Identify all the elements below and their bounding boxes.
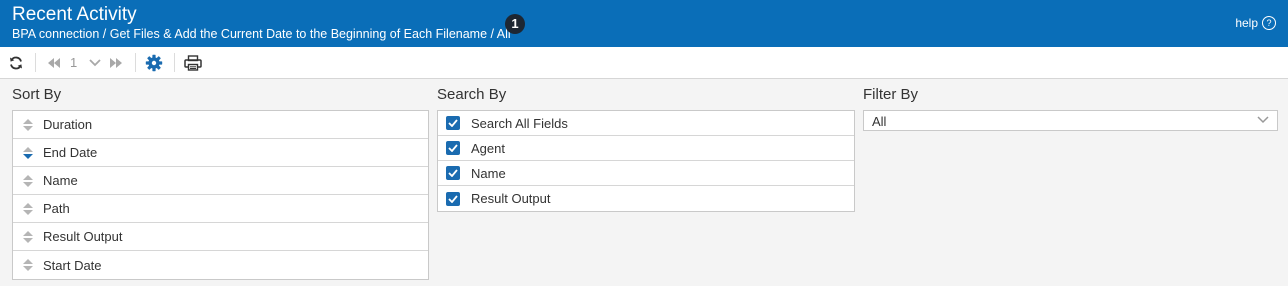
- last-page-icon: [110, 57, 122, 68]
- filter-by-title: Filter By: [863, 86, 919, 103]
- checkbox-checked[interactable]: [446, 166, 460, 180]
- printer-icon: [184, 54, 202, 71]
- refresh-icon: [10, 56, 22, 69]
- sort-by-list: Duration End Date Name Path Result Outpu…: [12, 110, 429, 280]
- page-dropdown[interactable]: [86, 47, 104, 78]
- sort-item-result-output[interactable]: Result Output: [13, 223, 428, 251]
- sort-item-duration[interactable]: Duration: [13, 111, 428, 139]
- sort-item-label: Path: [43, 201, 70, 216]
- sort-item-end-date[interactable]: End Date: [13, 139, 428, 167]
- sort-arrows-icon: [13, 118, 43, 132]
- sort-item-start-date[interactable]: Start Date: [13, 251, 428, 279]
- search-field-label: Agent: [471, 140, 505, 156]
- chevron-down-icon: [89, 58, 101, 66]
- checkbox-checked[interactable]: [446, 141, 460, 155]
- search-field-label: Name: [471, 165, 506, 181]
- first-page-button[interactable]: [44, 47, 64, 78]
- sort-item-name[interactable]: Name: [13, 167, 428, 195]
- check-icon: [448, 119, 458, 127]
- sort-descending-icon: [13, 146, 43, 160]
- gear-icon: [145, 54, 163, 71]
- header-bar: Recent Activity BPA connection / Get Fil…: [0, 0, 1288, 47]
- sort-item-label: Result Output: [43, 229, 123, 244]
- search-field-result-output[interactable]: Result Output: [438, 186, 854, 211]
- checkbox-checked[interactable]: [446, 191, 460, 206]
- help-link[interactable]: help ?: [1235, 16, 1276, 30]
- sort-arrows-icon: [13, 230, 43, 244]
- notification-badge[interactable]: 1: [505, 14, 525, 34]
- filter-select[interactable]: All: [863, 110, 1278, 131]
- toolbar-divider: [135, 53, 136, 72]
- print-button[interactable]: [181, 47, 205, 78]
- checkbox-checked[interactable]: [446, 116, 460, 130]
- sort-arrows-icon: [13, 202, 43, 216]
- last-page-button[interactable]: [106, 47, 126, 78]
- sort-by-title: Sort By: [12, 86, 62, 103]
- search-by-list: Search All Fields Agent Name Result Outp…: [437, 110, 855, 212]
- page-title: Recent Activity: [12, 4, 137, 25]
- search-field-name[interactable]: Name: [438, 161, 854, 186]
- search-field-label: Result Output: [471, 191, 551, 206]
- sort-item-path[interactable]: Path: [13, 195, 428, 223]
- first-page-icon: [48, 57, 60, 68]
- sort-item-label: Name: [43, 173, 78, 188]
- check-icon: [448, 144, 458, 152]
- sort-arrows-icon: [13, 258, 43, 272]
- sort-arrows-icon: [13, 174, 43, 188]
- sort-item-label: Start Date: [43, 257, 102, 273]
- chevron-down-icon: [1257, 116, 1269, 124]
- search-by-title: Search By: [437, 86, 507, 103]
- search-field-all[interactable]: Search All Fields: [438, 111, 854, 136]
- sort-item-label: Duration: [43, 117, 93, 132]
- filter-selected-value: All: [872, 114, 887, 129]
- question-circle-icon: ?: [1262, 16, 1276, 30]
- toolbar: 1: [0, 47, 1288, 79]
- toolbar-divider: [174, 53, 175, 72]
- search-field-agent[interactable]: Agent: [438, 136, 854, 161]
- breadcrumb[interactable]: BPA connection / Get Files & Add the Cur…: [12, 27, 511, 42]
- page-number[interactable]: 1: [70, 47, 77, 78]
- sort-item-label: End Date: [43, 145, 98, 160]
- settings-button[interactable]: [142, 47, 166, 78]
- refresh-button[interactable]: [4, 47, 28, 78]
- help-label: help: [1235, 16, 1258, 30]
- search-field-label: Search All Fields: [471, 115, 568, 131]
- toolbar-divider: [35, 53, 36, 72]
- check-icon: [448, 169, 458, 177]
- check-icon: [448, 194, 458, 203]
